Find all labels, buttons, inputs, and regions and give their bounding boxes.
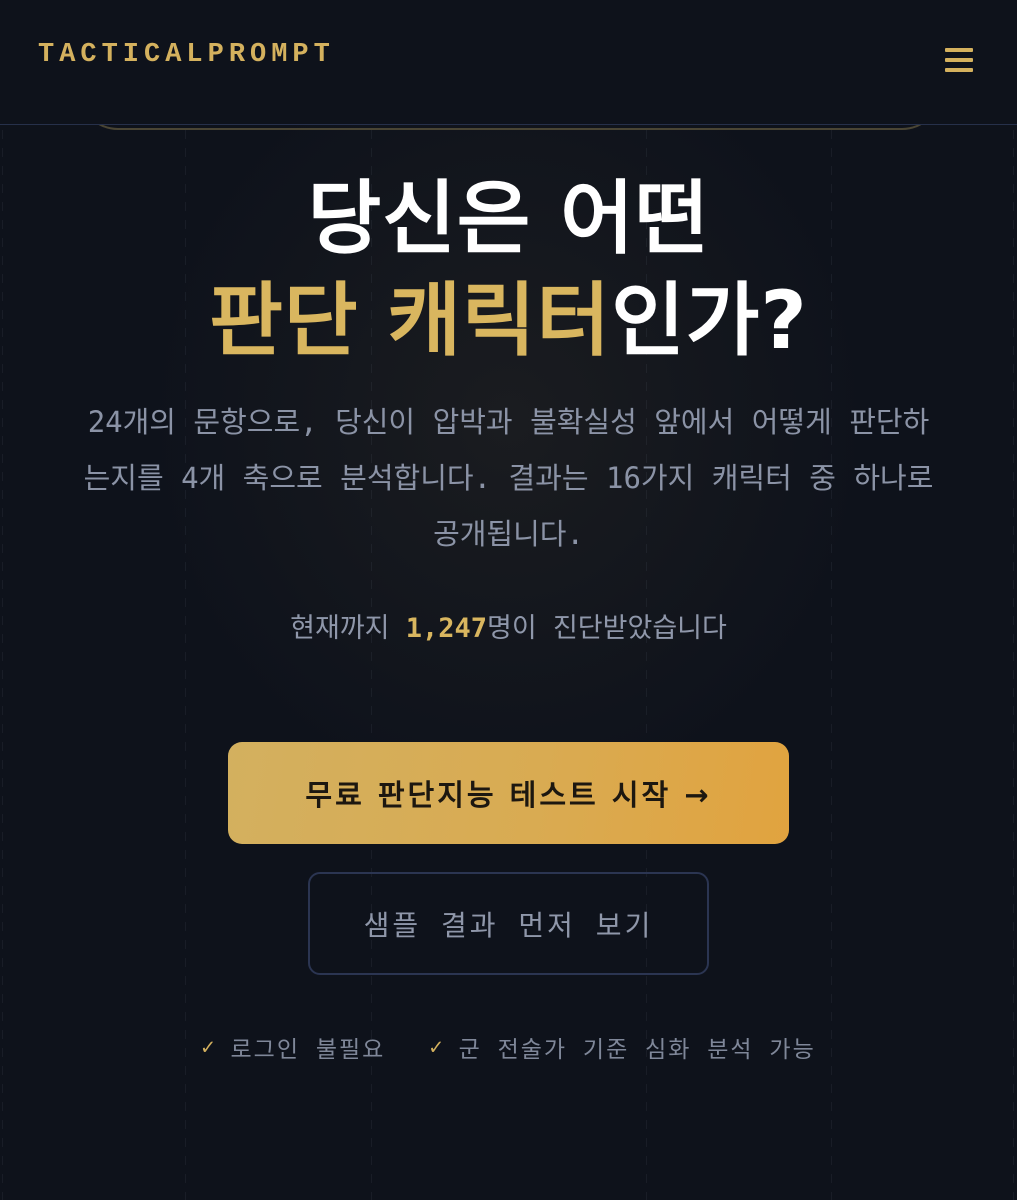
feature-label: 로그인 불필요 <box>230 1037 386 1063</box>
participant-count: 현재까지 1,247명이 진단받았습니다 <box>0 606 1017 645</box>
count-suffix: 명이 진단받았습니다 <box>487 613 727 644</box>
hamburger-menu-icon[interactable] <box>945 48 973 72</box>
check-icon: ✓ <box>429 1034 445 1060</box>
hero-title-rest: 인가? <box>611 274 808 367</box>
feature-item: ✓ 로그인 불필요 <box>201 1030 385 1064</box>
site-header: TACTICALPROMPT <box>0 0 1017 125</box>
menu-bar <box>945 68 973 72</box>
description-line: 공개됩니다. <box>433 517 584 551</box>
hero-title-line1: 당신은 어떤 <box>307 172 710 265</box>
hero-description: 24개의 문항으로, 당신이 압박과 불확실성 앞에서 어떻게 판단하 는지를 … <box>56 394 961 562</box>
landing-page: TACTICALPROMPT 당신은 어떤 판단 캐릭터인가? 24개의 문항으… <box>0 0 1017 1200</box>
feature-item: ✓ 군 전술가 기준 심화 분석 가능 <box>429 1030 815 1064</box>
count-prefix: 현재까지 <box>290 613 406 644</box>
check-icon: ✓ <box>201 1034 217 1060</box>
menu-bar <box>945 48 973 52</box>
description-line: 는지를 4개 축으로 분석합니다. 결과는 16가지 캐릭터 중 하나로 <box>83 461 934 495</box>
feature-list: ✓ 로그인 불필요 ✓ 군 전술가 기준 심화 분석 가능 <box>0 1030 1017 1064</box>
count-value: 1,247 <box>405 613 488 644</box>
description-line: 24개의 문항으로, 당신이 압박과 불확실성 앞에서 어떻게 판단하 <box>87 405 930 439</box>
logo[interactable]: TACTICALPROMPT <box>38 40 335 70</box>
sample-result-button[interactable]: 샘플 결과 먼저 보기 <box>308 872 709 975</box>
feature-label: 군 전술가 기준 심화 분석 가능 <box>458 1037 816 1063</box>
hero-title-highlight: 판단 캐릭터 <box>209 274 612 367</box>
menu-bar <box>945 58 973 62</box>
start-test-button[interactable]: 무료 판단지능 테스트 시작 → <box>228 742 789 844</box>
hero-title: 당신은 어떤 판단 캐릭터인가? <box>0 168 1017 372</box>
